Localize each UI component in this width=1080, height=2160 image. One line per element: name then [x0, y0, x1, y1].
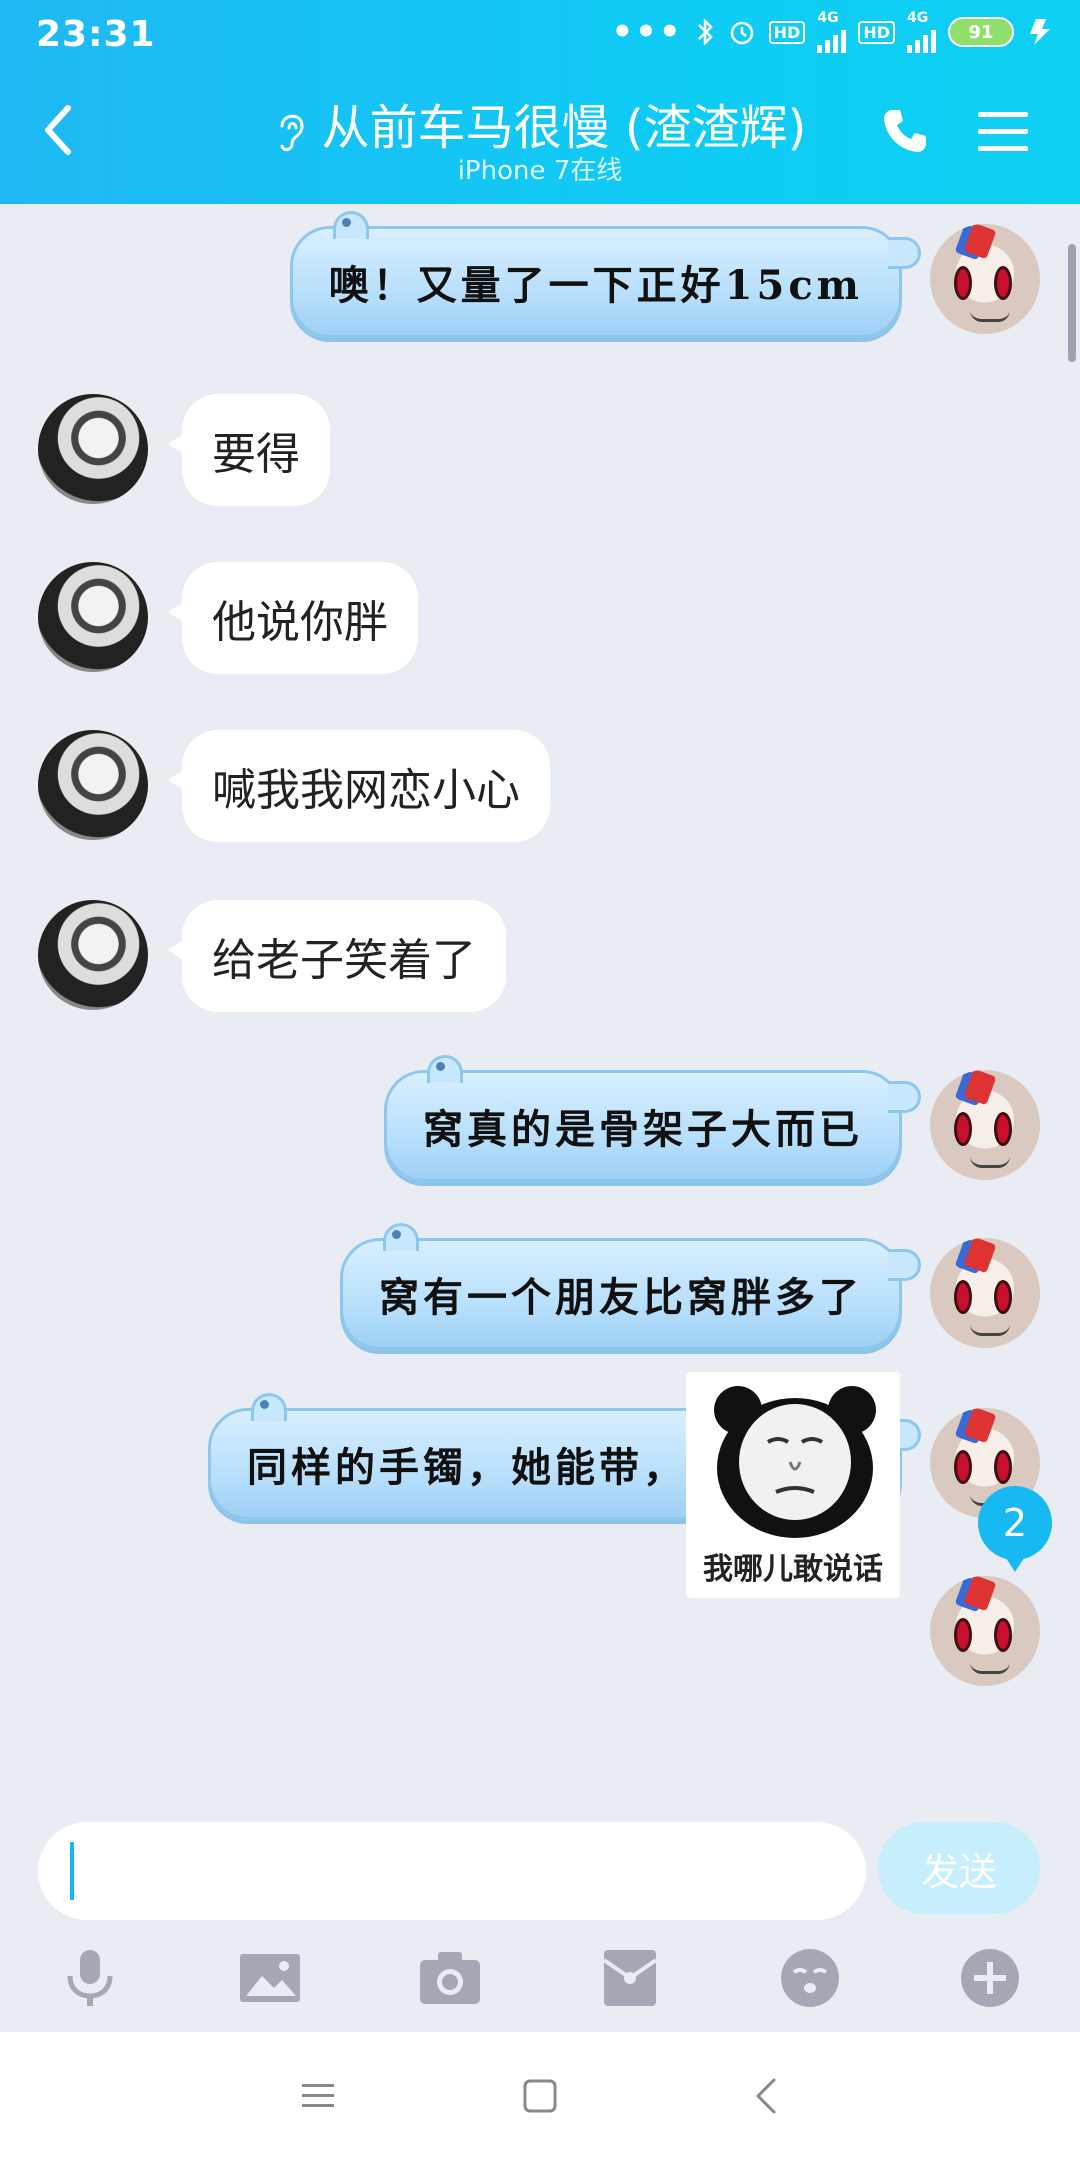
message-text: 噢！又量了一下正好15cm: [328, 262, 863, 309]
home-icon[interactable]: [516, 2072, 564, 2120]
message-text: 窝真的是骨架子大而已: [423, 1106, 863, 1153]
message-text: 窝有一个朋友比窝胖多了: [379, 1274, 863, 1321]
unread-badge[interactable]: 2: [978, 1486, 1052, 1572]
chat-header: 23:31 ••• HD 4G HD 4G 91 从前车马很慢 (渣渣辉) iP…: [0, 0, 1080, 204]
battery-indicator: 91: [948, 17, 1014, 47]
received-message[interactable]: 喊我我网恋小心: [168, 730, 550, 842]
plus-icon[interactable]: [958, 1946, 1022, 2010]
panda-meme-sticker[interactable]: 我哪儿敢说话: [686, 1372, 900, 1598]
my-avatar[interactable]: [930, 1576, 1040, 1686]
scrollbar[interactable]: [1068, 244, 1076, 362]
sent-message[interactable]: 窝真的是骨架子大而已: [384, 1055, 921, 1182]
more-notifications-icon: •••: [611, 12, 683, 52]
text-cursor: [70, 1842, 74, 1900]
contact-avatar[interactable]: [38, 900, 148, 1010]
earpiece-mode-icon: [280, 114, 304, 152]
signal-2: 4G: [907, 11, 936, 53]
network-type-2: 4G: [907, 10, 929, 26]
signal-1: 4G: [817, 10, 847, 53]
image-icon[interactable]: [238, 1946, 302, 2010]
status-time: 23:31: [36, 14, 156, 55]
charging-icon: [1030, 19, 1050, 45]
message-text: 喊我我网恋小心: [212, 765, 520, 816]
message-text: 要得: [212, 429, 300, 480]
status-icons: ••• HD 4G HD 4G 91: [611, 10, 1056, 53]
alarm-icon: [730, 21, 753, 45]
network-type-1: 4G: [817, 10, 839, 26]
camera-icon[interactable]: [418, 1946, 482, 2010]
my-avatar[interactable]: [930, 1070, 1040, 1180]
emoji-icon[interactable]: [778, 1946, 842, 2010]
received-message[interactable]: 给老子笑着了: [168, 900, 506, 1012]
signal-bars-icon: [817, 25, 847, 53]
phone-icon[interactable]: [878, 104, 932, 158]
menu-icon[interactable]: [976, 108, 1030, 156]
my-avatar[interactable]: [930, 1238, 1040, 1348]
message-text: 给老子笑着了: [212, 935, 476, 986]
hd-badge-1: HD: [768, 20, 806, 44]
contact-avatar[interactable]: [38, 562, 148, 672]
message-text: 他说你胖: [212, 597, 388, 648]
message-input[interactable]: [38, 1822, 866, 1920]
sent-message[interactable]: 窝有一个朋友比窝胖多了: [340, 1223, 921, 1350]
send-button[interactable]: 发送: [878, 1822, 1040, 1914]
input-bar: 发送: [0, 1808, 1080, 1922]
red-packet-icon[interactable]: [598, 1946, 662, 2010]
received-message[interactable]: 要得: [168, 394, 330, 506]
my-avatar[interactable]: [930, 224, 1040, 334]
bluetooth-icon: [697, 17, 713, 47]
system-navigation-bar: [0, 2032, 1080, 2160]
mic-icon[interactable]: [58, 1946, 122, 2010]
message-list[interactable]: 噢！又量了一下正好15cm 要得 他说你胖 喊我我网恋小心 给老子笑着了 窝真的…: [0, 204, 1080, 1808]
contact-avatar[interactable]: [38, 394, 148, 504]
contact-name: 从前车马很慢 (渣渣辉): [321, 100, 807, 156]
chat-toolbar: [0, 1922, 1080, 2032]
sticker-caption: 我哪儿敢说话: [703, 1552, 883, 1587]
received-message[interactable]: 他说你胖: [168, 562, 418, 674]
back-nav-icon[interactable]: [744, 2072, 792, 2120]
signal-bars-icon: [907, 25, 936, 53]
sent-message[interactable]: 噢！又量了一下正好15cm: [289, 211, 922, 338]
recent-apps-icon[interactable]: [294, 2072, 342, 2120]
contact-avatar[interactable]: [38, 730, 148, 840]
hd-badge-2: HD: [858, 20, 895, 44]
panda-face-image: [714, 1386, 876, 1538]
